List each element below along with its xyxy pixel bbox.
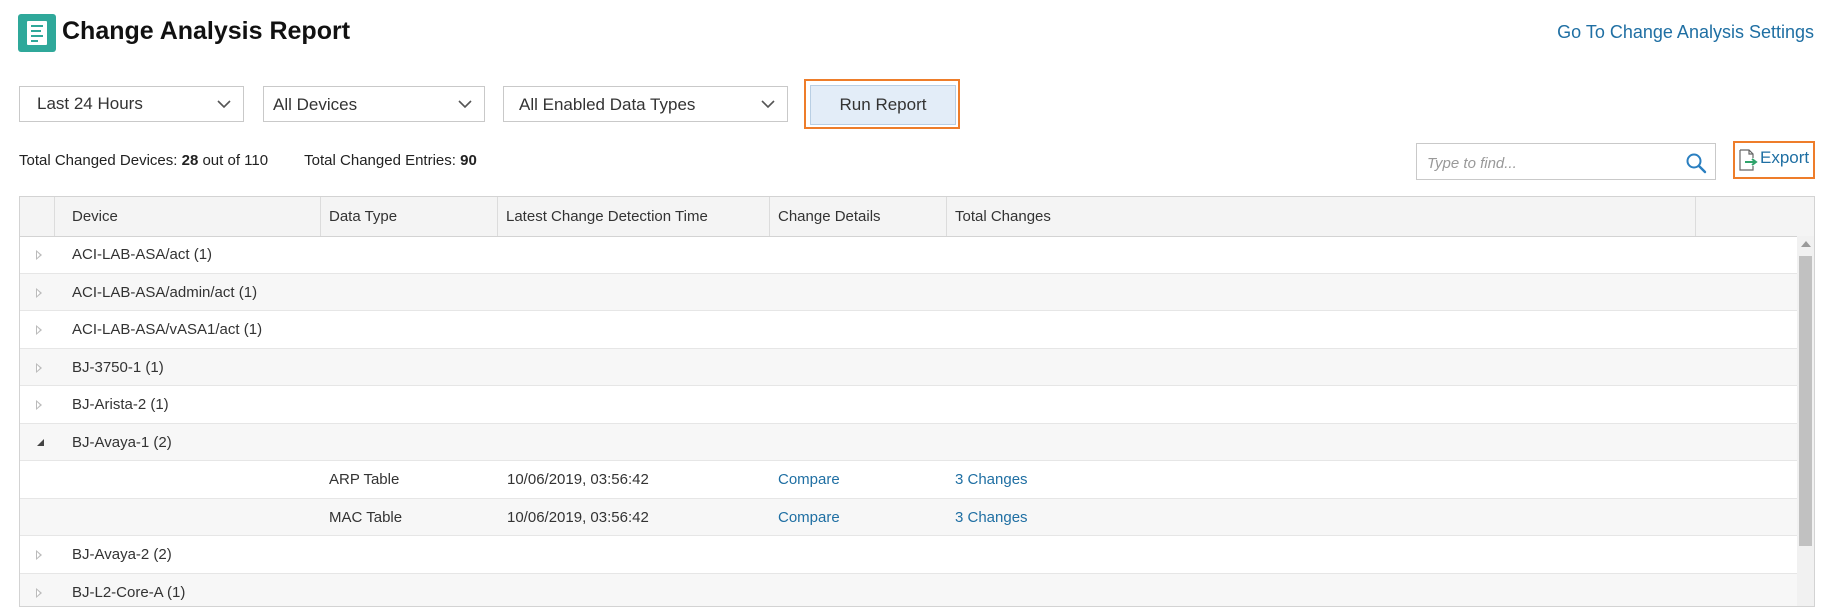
vertical-scrollbar[interactable] [1797,236,1814,606]
chevron-down-icon [458,100,472,109]
total-changes-link[interactable]: 3 Changes [955,461,1028,498]
expand-triangle-icon[interactable] [36,287,42,298]
data-type-select[interactable]: All Enabled Data Types [503,86,788,122]
table-row[interactable]: ARP Table 10/06/2019, 03:56:42 Compare 3 Ch… [20,461,1797,499]
expand-triangle-icon[interactable] [36,250,42,260]
device-name: BJ-Avaya-1 (2) [72,433,172,451]
scroll-up-arrow-icon[interactable] [1801,241,1811,247]
grid-rows: ACI-LAB-ASA/act (1) ACI-LAB-ASA/admin/act… [20,236,1797,606]
column-header-detection-time[interactable]: Latest Change Detection Time [498,197,770,236]
device-group-row[interactable]: BJ-3750-1 (1) [20,348,1797,386]
device-group-row[interactable]: BJ-Avaya-1 (2) [20,423,1797,461]
expand-triangle-icon[interactable] [36,550,42,560]
time-range-select[interactable]: Last 24 Hours [19,86,244,122]
collapse-triangle-icon[interactable] [37,438,44,446]
data-type-cell: ARP Table [329,471,400,488]
expand-triangle-icon[interactable] [36,325,42,335]
device-select[interactable]: All Devices [263,86,485,122]
expand-triangle-icon[interactable] [36,587,42,598]
device-group-row[interactable]: ACI-LAB-ASA/vASA1/act (1) [20,311,1797,349]
total-changes-link[interactable]: 3 Changes [955,499,1028,536]
device-group-row[interactable]: BJ-L2-Core-A (1) [20,573,1797,606]
total-devices-text: out of 110 [202,152,269,169]
time-range-value: Last 24 Hours [37,94,143,113]
device-name: ACI-LAB-ASA/admin/act (1) [72,283,258,301]
device-group-row[interactable]: ACI-LAB-ASA/act (1) [20,236,1797,274]
compare-link[interactable]: Compare [778,499,840,536]
expand-triangle-icon[interactable] [36,400,42,410]
scrollbar-thumb[interactable] [1799,256,1812,546]
device-group-row[interactable]: BJ-Arista-2 (1) [20,386,1797,424]
device-name: BJ-Avaya-2 (2) [72,546,172,563]
search-input[interactable] [1425,151,1669,175]
data-type-select-value: All Enabled Data Types [519,95,696,114]
device-select-value: All Devices [273,95,358,114]
device-group-row[interactable]: ACI-LAB-ASA/admin/act (1) [20,273,1797,311]
report-icon [18,14,56,52]
changed-entries-label: Total Changed Entries: [304,152,456,169]
change-analysis-settings-link[interactable]: Go To Change Analysis Settings [1557,22,1814,43]
expand-column-header [20,197,55,236]
changed-devices-label: Total Changed Devices: [19,152,178,169]
change-report-grid: Device Data Type Latest Change Detection… [19,196,1815,607]
column-header-change-details[interactable]: Change Details [770,197,947,236]
expand-triangle-icon[interactable] [36,362,42,373]
export-button[interactable]: Export [1738,145,1812,175]
grid-header: Device Data Type Latest Change Detection… [20,197,1814,237]
export-label: Export [1760,148,1810,167]
data-type-cell: MAC Table [329,508,403,526]
detection-time-cell: 10/06/2019, 03:56:42 [507,508,649,526]
search-box [1416,143,1716,180]
changed-devices-count: 28 [181,152,199,169]
device-name: BJ-3750-1 (1) [72,358,164,376]
device-name: ACI-LAB-ASA/act (1) [72,246,213,263]
column-header-device[interactable]: Device [55,197,321,236]
summary-bar: Total Changed Devices: 28 out of 110 Tot… [19,152,477,169]
device-name: BJ-L2-Core-A (1) [72,583,186,601]
chevron-down-icon [761,100,775,109]
device-name: BJ-Arista-2 (1) [72,396,169,413]
chevron-down-icon [217,100,231,109]
page-title: Change Analysis Report [62,17,351,45]
column-header-data-type[interactable]: Data Type [321,197,498,236]
run-report-button[interactable]: Run Report [810,85,956,125]
export-file-icon [1739,149,1758,171]
device-name: ACI-LAB-ASA/vASA1/act (1) [72,321,263,338]
table-row[interactable]: MAC Table 10/06/2019, 03:56:42 Compare 3 Ch… [20,498,1797,536]
compare-link[interactable]: Compare [778,461,840,498]
column-header-total-changes[interactable]: Total Changes [947,197,1696,236]
search-icon[interactable] [1685,152,1707,174]
device-group-row[interactable]: BJ-Avaya-2 (2) [20,536,1797,574]
detection-time-cell: 10/06/2019, 03:56:42 [507,471,649,488]
changed-entries-count: 90 [460,152,477,169]
